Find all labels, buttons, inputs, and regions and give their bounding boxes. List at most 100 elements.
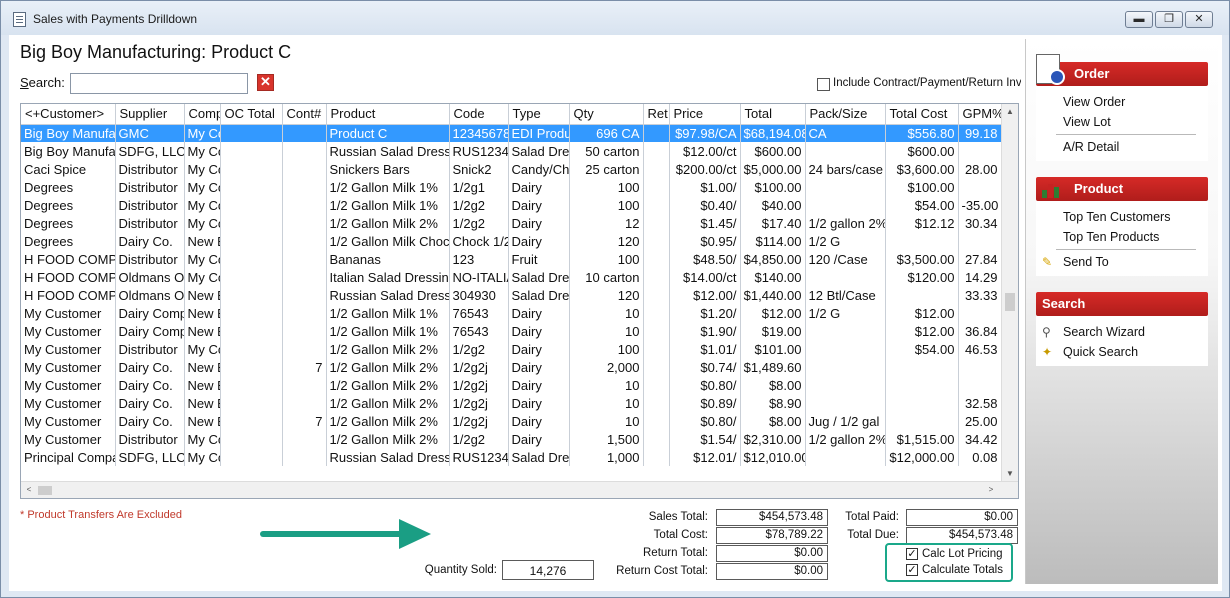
table-cell <box>885 412 959 430</box>
table-row[interactable]: My CustomerDairy CompanyNew B 1/2 Gallon … <box>21 322 1002 340</box>
table-cell: 1/2g2 <box>449 340 509 358</box>
table-cell: $12.00 <box>740 304 806 322</box>
table-cell: NO-ITALIAN <box>449 268 509 286</box>
table-cell: $14.00/ct <box>669 268 741 286</box>
table-row[interactable]: My CustomerDairy Co.New B 1/2 Gallon Milk… <box>21 376 1002 394</box>
table-cell: 1/2g2j <box>449 412 509 430</box>
table-cell <box>805 340 886 358</box>
column-header[interactable]: Total Cost <box>885 104 959 125</box>
table-row[interactable]: My CustomerDistributorMy Co 1/2 Gallon Mi… <box>21 340 1002 358</box>
table-row[interactable]: DegreesDistributorMy Co 1/2 Gallon Milk 2… <box>21 214 1002 232</box>
table-cell: 120 <box>569 232 644 250</box>
top-ten-products-link[interactable]: Top Ten Products <box>1036 227 1208 247</box>
table-cell: $0.89/ <box>669 394 741 412</box>
product-section-header: Product <box>1036 177 1208 201</box>
table-row[interactable]: My CustomerDairy Co.New B 71/2 Gallon Mil… <box>21 412 1002 430</box>
horizontal-scroll-thumb[interactable] <box>38 486 52 495</box>
table-cell: $0.74/ <box>669 358 741 376</box>
table-cell <box>282 376 327 394</box>
table-row[interactable]: My CustomerDistributorMy Co 1/2 Gallon Mi… <box>21 430 1002 448</box>
vertical-scrollbar[interactable]: ▲ ▼ <box>1001 104 1018 482</box>
table-cell: Dairy Co. <box>115 232 185 250</box>
table-row[interactable]: Big Boy ManufacturingSDFG, LLCMy Co Russi… <box>21 142 1002 160</box>
table-row[interactable]: DegreesDistributorMy Co 1/2 Gallon Milk 1… <box>21 178 1002 196</box>
table-cell: Degrees <box>21 196 116 214</box>
scroll-right-icon[interactable]: > <box>983 482 999 498</box>
table-row[interactable]: My CustomerDairy Co.New B 1/2 Gallon Milk… <box>21 394 1002 412</box>
table-row[interactable]: H FOOD COMPANYOldmans OrgNew B Russian Sa… <box>21 286 1002 304</box>
column-header[interactable]: <+Customer> <box>21 104 116 125</box>
table-row[interactable]: H FOOD COMPANYDistributorMy Co Bananas123… <box>21 250 1002 268</box>
column-header[interactable]: Qty <box>569 104 644 125</box>
column-header[interactable]: Supplier <box>115 104 185 125</box>
scroll-up-icon[interactable]: ▲ <box>1002 104 1018 120</box>
table-cell: $8.00 <box>740 376 806 394</box>
restore-button[interactable]: ❐ <box>1155 11 1183 28</box>
column-header[interactable]: Type <box>508 104 570 125</box>
column-header[interactable]: Ret <box>643 104 670 125</box>
transfers-note: * Product Transfers Are Excluded <box>20 509 183 521</box>
table-cell: -35.00 <box>958 196 1002 214</box>
table-cell: 10 <box>569 376 644 394</box>
table-cell: Product C <box>326 124 450 142</box>
binoculars-icon: ⚲ <box>1042 325 1051 339</box>
table-cell <box>643 286 670 304</box>
clear-search-icon[interactable]: ✕ <box>257 74 274 91</box>
calculate-totals-label[interactable]: Calculate Totals <box>922 564 1003 576</box>
table-cell <box>643 124 670 142</box>
top-ten-customers-link[interactable]: Top Ten Customers <box>1036 207 1208 227</box>
close-button[interactable]: ✕ <box>1185 11 1213 28</box>
search-input[interactable] <box>70 73 248 94</box>
table-cell <box>282 286 327 304</box>
table-cell <box>220 160 283 178</box>
table-row[interactable]: My CustomerDairy CompanyNew B 1/2 Gallon … <box>21 304 1002 322</box>
quick-search-label: Quick Search <box>1063 345 1139 359</box>
column-header[interactable]: Comp <box>184 104 221 125</box>
table-row[interactable]: DegreesDairy Co.New B 1/2 Gallon Milk Cho… <box>21 232 1002 250</box>
table-cell <box>643 412 670 430</box>
column-header[interactable]: GPM% <box>958 104 1002 125</box>
table-cell: My Customer <box>21 322 116 340</box>
table-cell <box>220 196 283 214</box>
table-row[interactable]: Caci SpiceDistributorMy Co Snickers BarsS… <box>21 160 1002 178</box>
include-contract-checkbox[interactable] <box>817 78 830 91</box>
table-cell: $17.40 <box>740 214 806 232</box>
column-header[interactable]: Price <box>669 104 741 125</box>
view-order-link[interactable]: View Order <box>1036 92 1208 112</box>
table-row[interactable]: DegreesDistributorMy Co 1/2 Gallon Milk 1… <box>21 196 1002 214</box>
quick-search-link[interactable]: ✦ Quick Search <box>1036 342 1208 362</box>
column-header[interactable]: Product <box>326 104 450 125</box>
column-header[interactable]: Pack/Size <box>805 104 886 125</box>
calc-lot-pricing-label[interactable]: Calc Lot Pricing <box>922 548 1003 560</box>
calculate-totals-checkbox[interactable]: ✓ <box>906 564 918 576</box>
table-row[interactable]: Big Boy ManufacturingGMCMy Co Product C12… <box>21 124 1002 142</box>
minimize-button[interactable]: ▬ <box>1125 11 1153 28</box>
ar-detail-link[interactable]: A/R Detail <box>1036 137 1208 157</box>
table-row[interactable]: My CustomerDairy Co.New B 71/2 Gallon Mil… <box>21 358 1002 376</box>
scroll-down-icon[interactable]: ▼ <box>1002 466 1018 482</box>
column-header[interactable]: Code <box>449 104 509 125</box>
scroll-left-icon[interactable]: < <box>21 482 37 498</box>
table-row[interactable]: Principal CompanySDFG, LLCMy Co Russian S… <box>21 448 1002 466</box>
table-cell: $0.80/ <box>669 412 741 430</box>
send-to-link[interactable]: ✎ Send To <box>1036 252 1208 272</box>
table-cell: 1/2 Gallon Milk 1% <box>326 196 450 214</box>
calc-lot-pricing-checkbox[interactable]: ✓ <box>906 548 918 560</box>
table-row[interactable]: H FOOD COMPANYOldmans OrgMy Co Italian Sa… <box>21 268 1002 286</box>
table-cell: Distributor <box>115 340 185 358</box>
view-lot-link[interactable]: View Lot <box>1036 112 1208 132</box>
quick-search-icon: ✦ <box>1042 345 1053 359</box>
table-cell <box>958 142 1002 160</box>
table-cell: RUS1234 <box>449 448 509 466</box>
column-header[interactable]: OC Total <box>220 104 283 125</box>
vertical-scroll-thumb[interactable] <box>1005 293 1015 311</box>
column-header[interactable]: Cont# <box>282 104 327 125</box>
search-wizard-link[interactable]: ⚲ Search Wizard <box>1036 322 1208 342</box>
table-cell: $40.00 <box>740 196 806 214</box>
table-cell: 1/2g2j <box>449 358 509 376</box>
table-cell: 99.18 <box>958 124 1002 142</box>
table-cell <box>885 394 959 412</box>
column-header[interactable]: Total <box>740 104 806 125</box>
table-cell: 10 <box>569 322 644 340</box>
horizontal-scrollbar[interactable]: < > <box>21 481 1018 498</box>
